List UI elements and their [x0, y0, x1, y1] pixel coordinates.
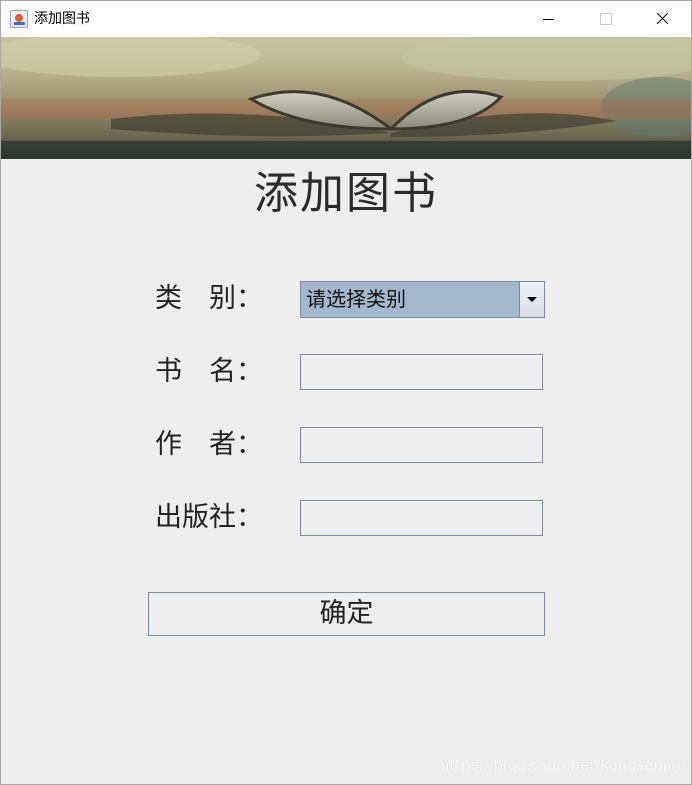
close-button[interactable]	[634, 1, 691, 37]
page-title: 添加图书	[254, 168, 438, 219]
author-field[interactable]	[300, 427, 543, 463]
maximize-button[interactable]	[577, 1, 634, 37]
add-book-window: 添加图书 添加图书 类 别： 请选择类别 书 名： 作 者： 出版社： 确定 h…	[0, 0, 692, 785]
book-name-field[interactable]	[300, 354, 543, 390]
watermark-text: https://blog.csdn.net/kongsanjin	[439, 756, 681, 774]
publisher-field[interactable]	[300, 500, 543, 536]
publisher-label: 出版社：	[155, 502, 263, 533]
minimize-button[interactable]	[520, 1, 577, 37]
title-bar: 添加图书	[1, 1, 691, 37]
chevron-down-icon[interactable]	[519, 282, 544, 317]
category-select[interactable]: 请选择类别	[300, 281, 545, 318]
category-selected-value: 请选择类别	[306, 287, 406, 311]
open-book-image	[1, 37, 691, 159]
java-icon	[10, 10, 28, 28]
category-label: 类 别：	[155, 283, 263, 314]
book-name-label: 书 名：	[155, 356, 263, 387]
confirm-button[interactable]: 确定	[148, 592, 545, 636]
banner-image	[1, 37, 691, 159]
author-label: 作 者：	[155, 429, 263, 460]
window-title: 添加图书	[34, 11, 90, 27]
